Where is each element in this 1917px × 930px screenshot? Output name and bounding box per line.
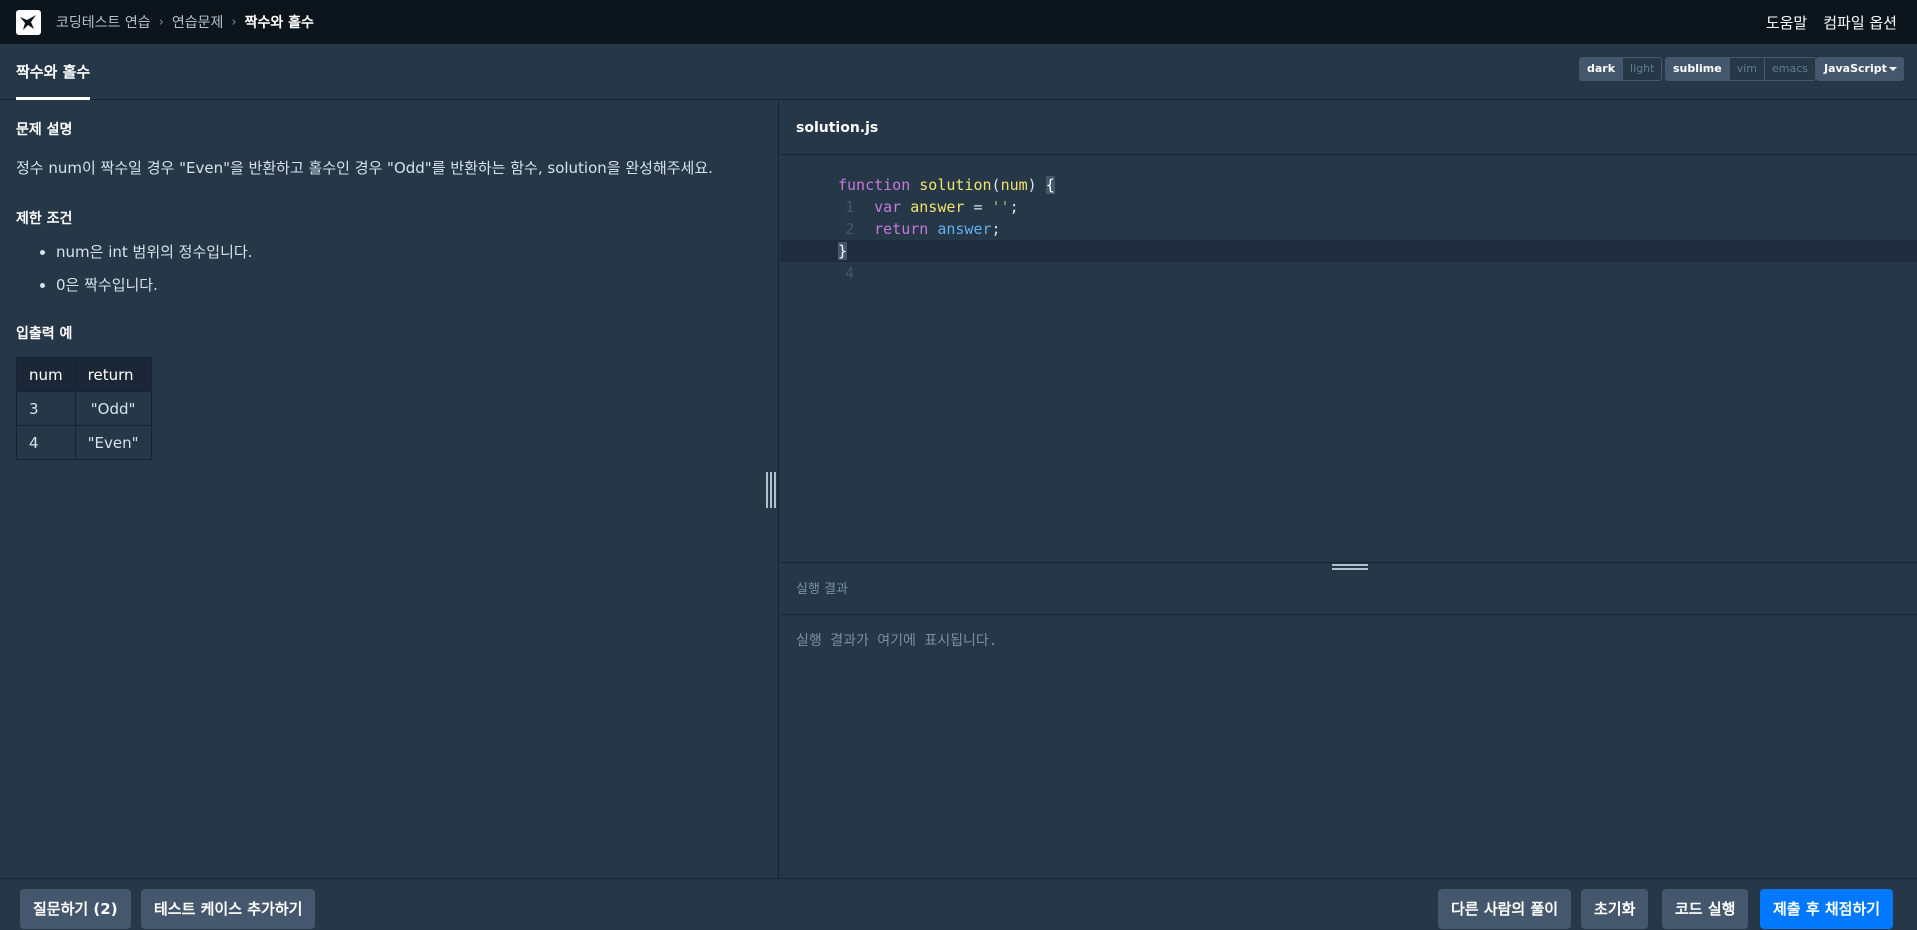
footer-toolbar: 질문하기 (2) 테스트 케이스 추가하기 다른 사람의 풀이 초기화 코드 실… xyxy=(0,878,1917,930)
description-heading: 문제 설명 xyxy=(16,122,73,138)
topnav-links: 도움말 컴파일 옵션 xyxy=(1766,12,1897,33)
top-navigation: 코딩테스트 연습 › 연습문제 › 짝수와 홀수 도움말 컴파일 옵션 xyxy=(0,0,1917,44)
chevron-right-icon: › xyxy=(158,14,164,30)
examples-table: num return 3 "Odd" 4 "Even" xyxy=(16,357,152,460)
constraint-item: 0은 짝수입니다. xyxy=(40,275,252,308)
tab-problem-title[interactable]: 짝수와 홀수 xyxy=(16,44,91,100)
code-line-text: } xyxy=(838,242,848,260)
keymap-emacs-option[interactable]: emacs xyxy=(1764,58,1816,80)
language-select[interactable]: JavaScript xyxy=(1816,57,1904,81)
run-code-button[interactable]: 코드 실행 xyxy=(1662,889,1749,929)
table-cell: "Odd" xyxy=(74,391,152,426)
table-cell: "Even" xyxy=(74,425,152,460)
table-cell: 3 xyxy=(16,391,76,426)
problem-description: 정수 num이 짝수일 경우 "Even"을 반환하고 홀수인 경우 "Odd"… xyxy=(16,159,713,177)
breadcrumb-item-current: 짝수와 홀수 xyxy=(244,15,314,31)
breadcrumb-item-practice[interactable]: 연습문제 xyxy=(172,12,224,32)
vertical-resize-handle-icon[interactable] xyxy=(766,472,776,508)
column-header-num: num xyxy=(16,357,76,392)
caret-down-icon xyxy=(1889,67,1897,71)
code-line: 1 function solution(num) { xyxy=(780,174,1917,216)
constraints-list: num은 int 범위의 정수입니다. 0은 짝수입니다. xyxy=(40,242,252,308)
result-output: 실행 결과가 여기에 표시됩니다. xyxy=(796,633,998,649)
column-header-return: return xyxy=(74,357,152,392)
submit-button[interactable]: 제출 후 채점하기 xyxy=(1760,889,1894,929)
code-line-text: function solution(num) { xyxy=(838,176,1055,194)
keymap-toggle: sublime vim emacs xyxy=(1665,57,1817,81)
question-button[interactable]: 질문하기 (2) xyxy=(20,889,131,929)
logo-icon[interactable] xyxy=(16,9,41,35)
table-cell: 4 xyxy=(16,425,76,460)
examples-heading: 입출력 예 xyxy=(16,326,73,342)
problem-panel: 문제 설명 정수 num이 짝수일 경우 "Even"을 반환하고 홀수인 경우… xyxy=(0,101,779,878)
tab-bar: 짝수와 홀수 dark light sublime vim emacs Java… xyxy=(0,44,1917,100)
code-line-text: return answer; xyxy=(874,220,1001,238)
compile-options-link[interactable]: 컴파일 옵션 xyxy=(1823,12,1897,33)
constraint-item: num은 int 범위의 정수입니다. xyxy=(40,242,252,275)
editor-header: solution.js xyxy=(780,101,1917,155)
code-editor[interactable]: 1 function solution(num) { 2 var answer … xyxy=(780,156,1917,561)
reset-button[interactable]: 초기화 xyxy=(1581,889,1649,929)
result-header: 실행 결과 xyxy=(780,562,1917,615)
constraints-heading: 제한 조건 xyxy=(16,211,73,227)
breadcrumb-item-coding-test[interactable]: 코딩테스트 연습 xyxy=(56,12,151,32)
language-select-value: JavaScript xyxy=(1824,62,1887,75)
table-row: 4 "Even" xyxy=(16,425,152,460)
others-solution-button[interactable]: 다른 사람의 풀이 xyxy=(1438,889,1572,929)
keymap-sublime-option[interactable]: sublime xyxy=(1666,58,1729,80)
code-line-current: 4 } xyxy=(780,240,1917,282)
table-header-row: num return xyxy=(16,357,152,392)
help-link[interactable]: 도움말 xyxy=(1766,12,1807,33)
chevron-right-icon: › xyxy=(231,14,237,30)
add-testcase-button[interactable]: 테스트 케이스 추가하기 xyxy=(141,889,316,929)
theme-dark-option[interactable]: dark xyxy=(1580,58,1623,80)
line-number: 4 xyxy=(845,264,855,282)
editor-filename: solution.js xyxy=(796,120,879,136)
code-line: 3 return answer; xyxy=(780,218,1917,260)
table-row: 3 "Odd" xyxy=(16,391,152,426)
breadcrumb: 코딩테스트 연습 › 연습문제 › 짝수와 홀수 xyxy=(56,12,314,32)
theme-light-option[interactable]: light xyxy=(1622,58,1662,80)
code-line-text: var answer = ''; xyxy=(874,198,1019,216)
result-title: 실행 결과 xyxy=(796,582,848,597)
keymap-vim-option[interactable]: vim xyxy=(1728,58,1764,80)
theme-toggle: dark light xyxy=(1579,57,1663,81)
code-line: 2 var answer = ''; xyxy=(780,196,1917,238)
